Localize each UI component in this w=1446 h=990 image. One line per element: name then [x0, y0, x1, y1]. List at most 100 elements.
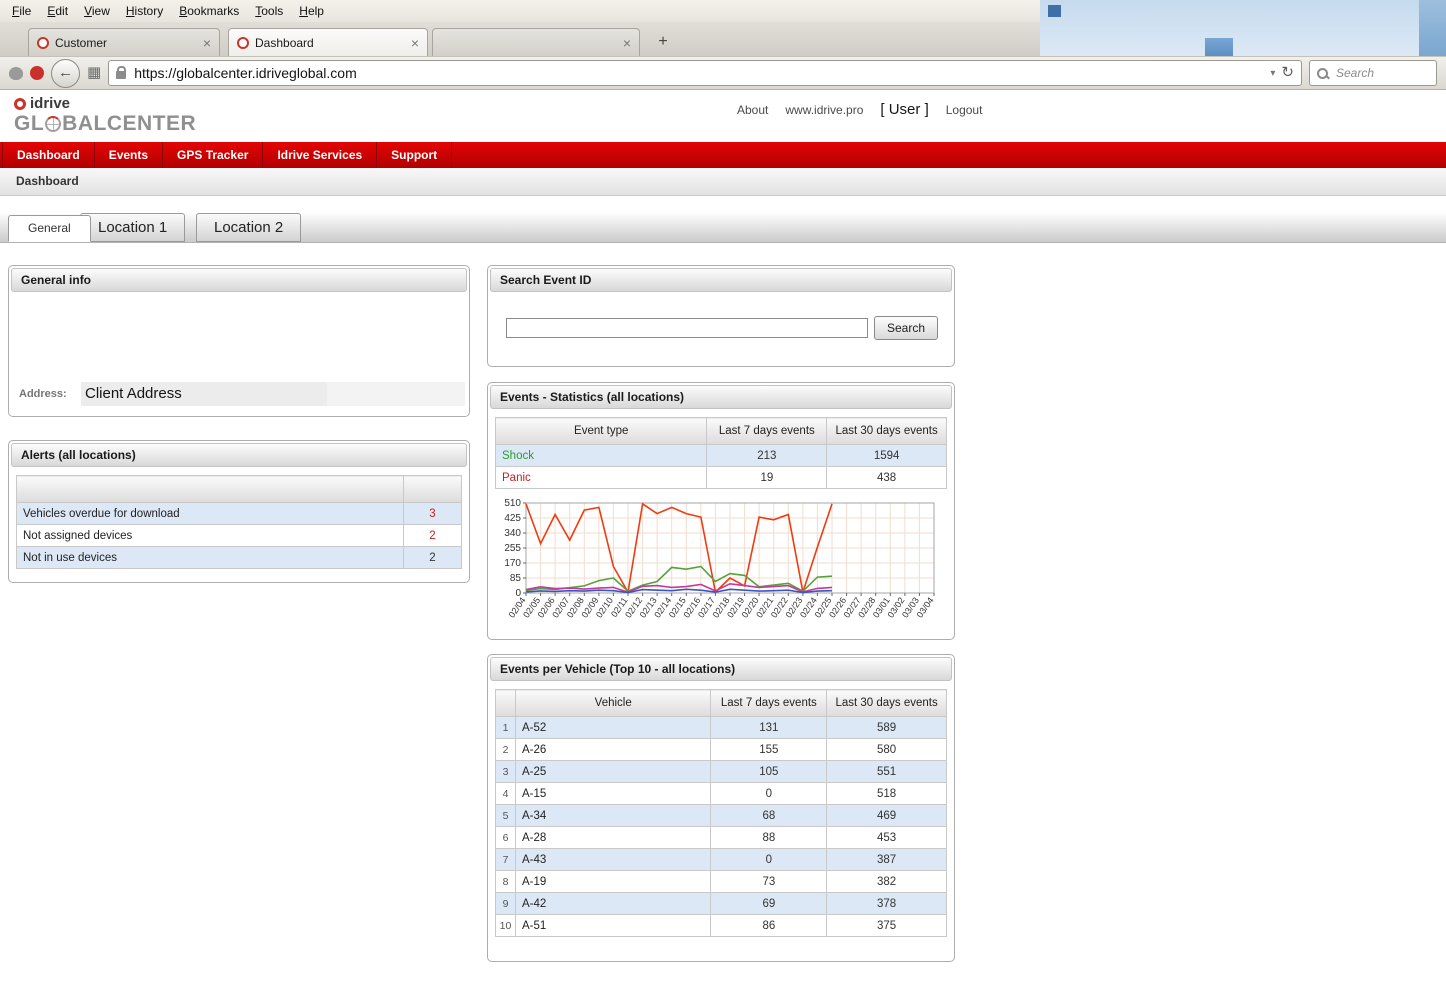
last7-value: 0 — [711, 783, 827, 805]
last7-value: 213 — [707, 445, 827, 467]
new-tab-button[interactable]: + — [650, 31, 676, 53]
general-info-panel: General info Address: Client Address — [8, 265, 470, 417]
alert-label: Vehicles overdue for download — [17, 503, 404, 525]
browser-tab-dashboard[interactable]: Dashboard × — [228, 28, 428, 56]
logout-link[interactable]: Logout — [946, 103, 983, 117]
tab-location-2[interactable]: Location 2 — [196, 213, 301, 242]
last30-value: 1594 — [827, 445, 947, 467]
nav-item-events[interactable]: Events — [95, 142, 163, 168]
table-row[interactable]: Shock 213 1594 — [496, 445, 947, 467]
table-row[interactable]: Vehicles overdue for download 3 — [17, 503, 462, 525]
alert-value: 3 — [404, 503, 462, 525]
browser-search-input[interactable] — [1334, 65, 1429, 81]
last30-value: 518 — [827, 783, 947, 805]
last30-value: 438 — [827, 467, 947, 489]
idrive-logo-icon — [14, 98, 26, 110]
nav-item-support[interactable]: Support — [377, 142, 452, 168]
grid-icon[interactable]: ▦ — [87, 65, 101, 81]
table-row[interactable]: 1 A-52 131 589 — [496, 717, 947, 739]
column-header: Event type — [496, 418, 707, 445]
event-type: Panic — [496, 467, 707, 489]
tab-close-icon[interactable]: × — [623, 36, 631, 50]
urlbar-dropdown-icon[interactable]: ▾ — [1270, 68, 1275, 79]
browser-tab-customer[interactable]: Customer × — [28, 28, 220, 56]
tab-close-icon[interactable]: × — [411, 36, 419, 50]
nav-item-gps-tracker[interactable]: GPS Tracker — [163, 142, 263, 168]
search-icon — [1317, 68, 1328, 79]
table-row[interactable]: 9 A-42 69 378 — [496, 893, 947, 915]
alerts-header-value — [404, 476, 462, 503]
vehicle-name: A-51 — [515, 915, 710, 937]
table-row[interactable]: 2 A-26 155 580 — [496, 739, 947, 761]
last7-value: 68 — [711, 805, 827, 827]
events-line-chart: 08517025534042551002/0402/0502/0602/0702… — [492, 497, 944, 629]
idrive-pro-link[interactable]: www.idrive.pro — [785, 103, 863, 117]
vehicle-name: A-28 — [515, 827, 710, 849]
last7-value: 155 — [711, 739, 827, 761]
table-row[interactable]: Not assigned devices 2 — [17, 525, 462, 547]
paw-extension-icon[interactable] — [9, 67, 23, 80]
globe-icon — [45, 116, 61, 132]
table-row[interactable]: 7 A-43 0 387 — [496, 849, 947, 871]
last30-value: 387 — [827, 849, 947, 871]
site-favicon-icon — [237, 37, 249, 49]
events-statistics-panel: Events - Statistics (all locations) Even… — [487, 382, 955, 640]
panel-title: Events per Vehicle (Top 10 - all locatio… — [490, 657, 952, 681]
vehicle-name: A-19 — [515, 871, 710, 893]
svg-text:170: 170 — [504, 558, 521, 569]
url-bar[interactable]: ▾ ↻ — [108, 60, 1302, 86]
header-links: About www.idrive.pro [ User ] Logout — [737, 101, 982, 118]
rank: 3 — [496, 761, 516, 783]
reload-icon[interactable]: ↻ — [1281, 65, 1294, 81]
vehicle-name: A-43 — [515, 849, 710, 871]
event-id-input[interactable] — [506, 318, 868, 338]
about-link[interactable]: About — [737, 103, 768, 117]
last30-value: 375 — [827, 915, 947, 937]
url-input[interactable] — [132, 64, 1264, 82]
search-button[interactable]: Search — [874, 316, 938, 340]
back-button[interactable]: ← — [51, 59, 80, 88]
nav-item-idrive-services[interactable]: Idrive Services — [263, 142, 377, 168]
logo-text-balcenter: BALCENTER — [62, 112, 196, 136]
alerts-table: Vehicles overdue for download 3 Not assi… — [16, 475, 462, 569]
vehicle-name: A-25 — [515, 761, 710, 783]
table-row[interactable]: 8 A-19 73 382 — [496, 871, 947, 893]
table-row[interactable]: 4 A-15 0 518 — [496, 783, 947, 805]
vehicle-name: A-26 — [515, 739, 710, 761]
tab-general[interactable]: General — [8, 215, 91, 242]
tab-close-icon[interactable]: × — [203, 36, 211, 50]
table-row[interactable]: 10 A-51 86 375 — [496, 915, 947, 937]
browser-search-box[interactable] — [1309, 60, 1437, 86]
rank: 4 — [496, 783, 516, 805]
user-link[interactable]: [ User ] — [880, 101, 928, 118]
browser-navbar: ← ▦ ▾ ↻ — [0, 56, 1446, 90]
rank: 9 — [496, 893, 516, 915]
menu-file[interactable]: File — [4, 1, 39, 21]
table-row[interactable]: 3 A-25 105 551 — [496, 761, 947, 783]
lock-icon — [116, 71, 126, 79]
last30-value: 453 — [827, 827, 947, 849]
menu-history[interactable]: History — [118, 1, 171, 21]
record-extension-icon[interactable] — [30, 66, 44, 80]
menu-help[interactable]: Help — [291, 1, 332, 21]
address-label: Address: — [19, 388, 81, 400]
menu-edit[interactable]: Edit — [39, 1, 76, 21]
last30-value: 580 — [827, 739, 947, 761]
nav-item-dashboard[interactable]: Dashboard — [2, 142, 95, 168]
menu-view[interactable]: View — [76, 1, 118, 21]
table-row[interactable]: 6 A-28 88 453 — [496, 827, 947, 849]
column-header: Last 7 days events — [711, 690, 827, 717]
tab-location-1[interactable]: Location 1 — [80, 213, 185, 242]
menu-bookmarks[interactable]: Bookmarks — [171, 1, 247, 21]
panel-title: General info — [11, 268, 467, 292]
browser-tab-empty[interactable]: × — [432, 28, 640, 56]
table-row[interactable]: Panic 19 438 — [496, 467, 947, 489]
menu-tools[interactable]: Tools — [247, 1, 291, 21]
table-row[interactable]: Not in use devices 2 — [17, 547, 462, 569]
rank: 2 — [496, 739, 516, 761]
alert-label: Not in use devices — [17, 547, 404, 569]
idrive-logo: idrive GL BALCENTER — [14, 95, 196, 136]
table-row[interactable]: 5 A-34 68 469 — [496, 805, 947, 827]
last7-value: 105 — [711, 761, 827, 783]
tab-title: Customer — [55, 36, 197, 50]
